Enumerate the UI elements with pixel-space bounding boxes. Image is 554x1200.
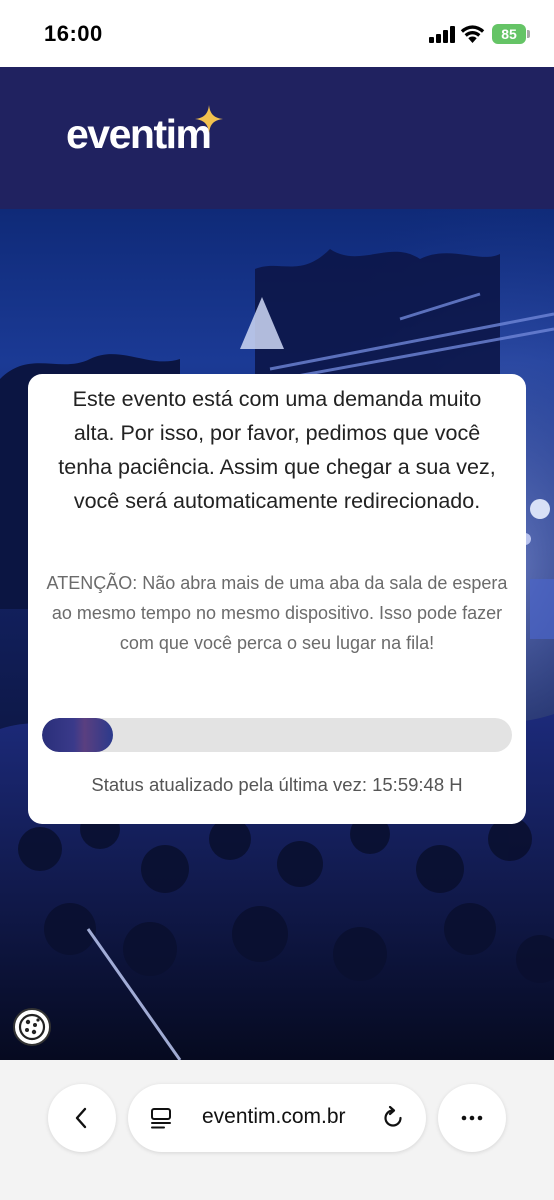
more-options-button[interactable] [438,1084,506,1152]
reload-icon[interactable] [380,1105,406,1131]
battery-cap [527,30,530,38]
cookie-settings-button[interactable] [13,1008,51,1046]
chevron-left-icon [75,1107,87,1129]
reader-mode-icon[interactable] [150,1107,174,1129]
battery-level: 85 [501,26,517,42]
browser-toolbar: eventim.com.br [0,1060,554,1200]
waiting-room-dialog: Este evento está com uma demanda muito a… [28,374,526,824]
last-updated-status: Status atualizado pela última vez: 15:59… [91,774,463,795]
back-button[interactable] [48,1084,116,1152]
queue-message: Este evento está com uma demanda muito a… [58,387,496,513]
more-dots-icon [461,1115,483,1121]
brand-header: eventim [0,67,554,209]
battery-indicator: 85 [492,24,526,44]
cellular-signal-icon [429,26,455,43]
queue-progress-bar [42,718,512,752]
queue-progress-fill [42,718,113,752]
eventim-logo[interactable]: eventim [66,111,212,158]
address-bar[interactable]: eventim.com.br [128,1084,426,1152]
url-text[interactable]: eventim.com.br [202,1105,346,1129]
wifi-icon [460,25,485,43]
status-time: 16:00 [44,21,103,46]
status-bar: 16:00 85 [0,0,554,67]
cookie-icon [18,1013,46,1041]
sparkle-icon [195,105,223,133]
warning-message: ATENÇÃO: Não abra mais de uma aba da sal… [46,573,508,653]
